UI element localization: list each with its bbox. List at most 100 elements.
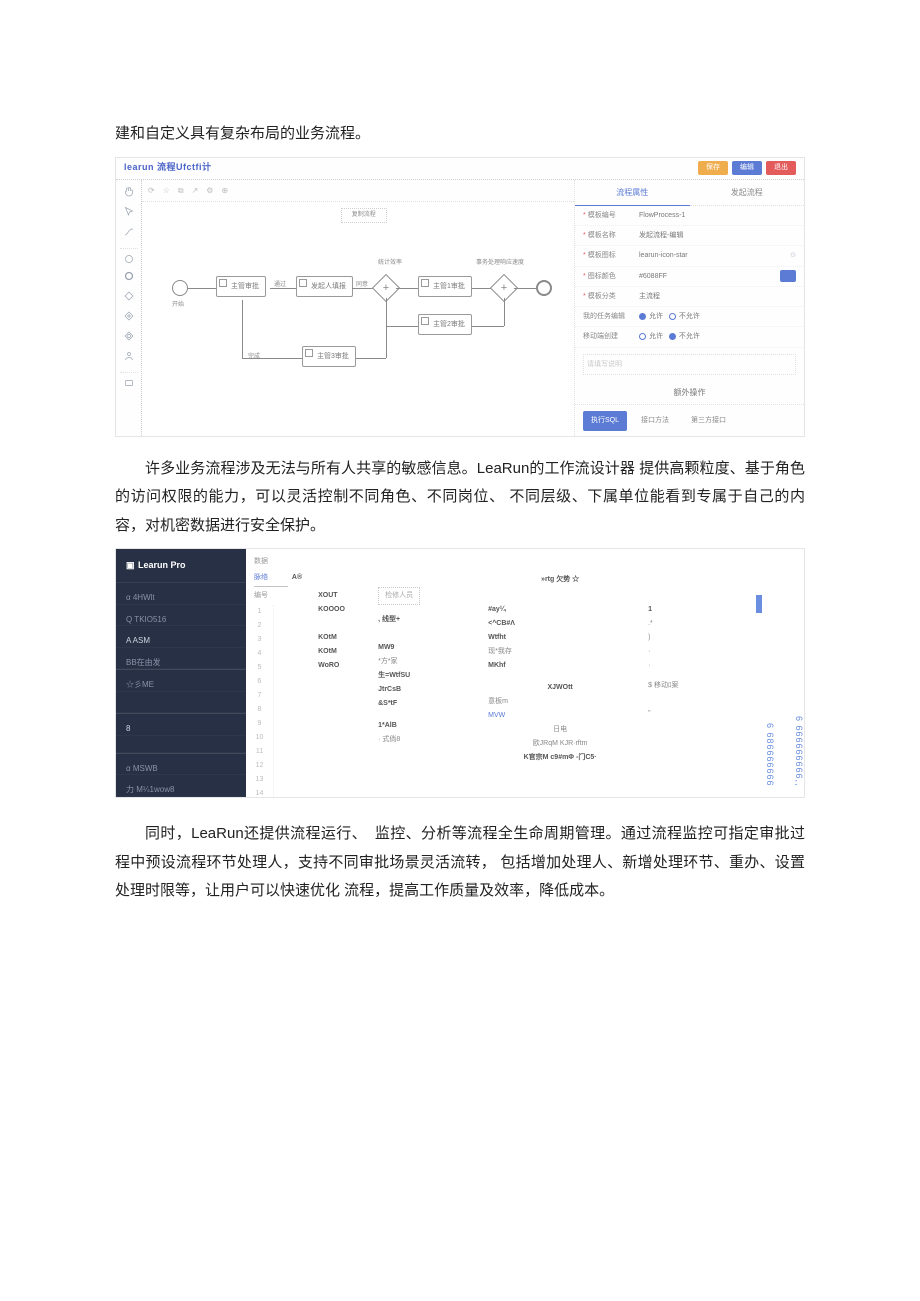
prop-icon-input[interactable]: learun-icon-star bbox=[639, 249, 790, 262]
cell: · 式倘8 bbox=[378, 733, 472, 747]
cell: 日电 bbox=[488, 723, 632, 737]
sidebar-item[interactable]: A ASM bbox=[116, 626, 246, 648]
task-node-5[interactable]: 主管3审批 bbox=[302, 346, 356, 367]
workflow-editor-figure: learun 流程Ufctfi计 保存 编辑 退出 bbox=[115, 157, 805, 437]
sidebar-item[interactable]: α MSWB bbox=[116, 753, 246, 776]
prop-memo-textarea[interactable]: 请填写说明 bbox=[583, 354, 796, 375]
sidebar-item[interactable]: 8 bbox=[116, 713, 246, 736]
subprocess-icon[interactable] bbox=[120, 372, 138, 388]
tool-star-icon[interactable]: ☆ bbox=[163, 183, 170, 198]
editor-edit-button[interactable]: 编辑 bbox=[732, 161, 762, 175]
hand-icon[interactable] bbox=[120, 184, 138, 200]
row-num: 2 bbox=[246, 619, 273, 633]
row-num: 13 bbox=[246, 773, 273, 787]
edge bbox=[396, 288, 418, 289]
tool-export-icon[interactable]: ↗ bbox=[192, 183, 199, 198]
row-num: 8 bbox=[246, 703, 273, 717]
prop-code-input[interactable]: FlowProcess-1 bbox=[639, 209, 796, 222]
gw-label-2: 事务处理响应速度 bbox=[476, 258, 524, 269]
row-num: 12 bbox=[246, 759, 273, 773]
prop-cat-select[interactable]: 主流程 bbox=[639, 290, 796, 303]
start-label: 开始 bbox=[172, 300, 184, 311]
cursor-icon[interactable] bbox=[120, 204, 138, 220]
prop-name-input[interactable]: 发起流程-编辑 bbox=[639, 229, 796, 242]
cell: 生=WtfSU bbox=[378, 669, 472, 683]
perm-brand: ▣ Learun Pro bbox=[116, 549, 246, 583]
connector-icon[interactable] bbox=[120, 224, 138, 240]
cell: &S*tF bbox=[378, 697, 472, 711]
tool-add-icon[interactable]: ⊕ bbox=[221, 183, 228, 198]
gateway-icon[interactable] bbox=[120, 288, 138, 304]
row-num: 1 bbox=[246, 605, 273, 619]
cell: $ 移动ﾛ案 bbox=[648, 679, 702, 693]
sidebar-item[interactable]: ☆彡ME bbox=[116, 669, 246, 692]
start-node[interactable] bbox=[172, 280, 188, 296]
sidebar-item[interactable]: α 4HWlt bbox=[116, 583, 246, 605]
task-node-4[interactable]: 主管2审批 bbox=[418, 314, 472, 335]
prop-sync-radio[interactable]: 允许 不允许 bbox=[639, 310, 796, 323]
color-swatch[interactable] bbox=[780, 270, 796, 282]
row-num: 11 bbox=[246, 745, 273, 759]
sidebar-item[interactable]: BB在由发 bbox=[116, 648, 246, 670]
inclusive-gateway-icon[interactable] bbox=[120, 328, 138, 344]
parallel-gateway-icon[interactable] bbox=[120, 308, 138, 324]
edge bbox=[472, 326, 504, 327]
cell: · bbox=[648, 659, 702, 673]
cell: .* bbox=[648, 617, 702, 631]
op-run-sql-button[interactable]: 执行SQL bbox=[583, 411, 627, 430]
start-event-icon[interactable] bbox=[120, 248, 138, 264]
cell: · bbox=[648, 645, 702, 659]
edge bbox=[270, 288, 296, 289]
prop-mobile-radio[interactable]: 允许 不允许 bbox=[639, 330, 796, 343]
edge bbox=[242, 358, 302, 359]
user-icon[interactable] bbox=[120, 348, 138, 364]
editor-exit-button[interactable]: 退出 bbox=[766, 161, 796, 175]
editor-save-button[interactable]: 保存 bbox=[698, 161, 728, 175]
tab-flow-attrs[interactable]: 流程属性 bbox=[575, 180, 690, 206]
task-node-1[interactable]: 主管审批 bbox=[216, 276, 266, 297]
cell: Wtfht bbox=[488, 631, 632, 645]
cell: JtrCsB bbox=[378, 683, 472, 697]
edge bbox=[386, 326, 418, 327]
vertical-numbers: 6 686666666 6 666666666,, bbox=[764, 589, 804, 787]
row-num: 14 bbox=[246, 787, 273, 798]
task-node-2[interactable]: 发起人填报 bbox=[296, 276, 353, 297]
col3-header: »rtg 欠势 ☆ bbox=[488, 573, 632, 587]
cell: XJWOtt bbox=[488, 681, 632, 695]
perm-link[interactable]: 脉络 bbox=[254, 571, 288, 586]
edge-label: 通过 bbox=[274, 280, 286, 291]
shape-palette bbox=[116, 180, 142, 436]
tab-start-flow[interactable]: 发起流程 bbox=[690, 180, 805, 206]
cell: KOOOO bbox=[318, 603, 362, 617]
prop-color-input[interactable]: #6088FF bbox=[639, 270, 776, 283]
tool-settings-icon[interactable]: ⚙ bbox=[206, 183, 213, 198]
op-3rd-button[interactable]: 第三方接口 bbox=[683, 411, 734, 430]
paragraph-1: 建和自定义具有复杂布局的业务流程。 bbox=[115, 120, 805, 149]
edge bbox=[514, 288, 536, 289]
row-num: 7 bbox=[246, 689, 273, 703]
cell: KOtM bbox=[318, 645, 362, 659]
sidebar-item[interactable] bbox=[116, 736, 246, 753]
canvas-top-label: 复制流程 bbox=[341, 208, 387, 223]
cell: MKhf bbox=[488, 659, 632, 673]
tool-copy-icon[interactable]: ⧉ bbox=[178, 183, 184, 198]
chip[interactable]: 检修人员 bbox=[378, 587, 420, 604]
cell-link[interactable]: MVW bbox=[488, 709, 632, 723]
task-node-3[interactable]: 主管1审批 bbox=[418, 276, 472, 297]
edge bbox=[188, 288, 216, 289]
cell: K官宗M c9#mΦ -门C5· bbox=[488, 751, 632, 765]
edge-label: 同意 bbox=[356, 280, 368, 291]
cell: *方*家 bbox=[378, 655, 472, 669]
sidebar-item[interactable] bbox=[116, 692, 246, 713]
sidebar-item[interactable]: 力 M¼1wow8 bbox=[116, 775, 246, 797]
cell: WoRO bbox=[318, 659, 362, 673]
cell: MW9 bbox=[378, 641, 472, 655]
sidebar-item[interactable]: Q TKIO516 bbox=[116, 605, 246, 627]
flow-canvas[interactable]: 复制流程 开始 主管审批 通过 发起人填报 同意 bbox=[142, 202, 574, 436]
end-node[interactable] bbox=[536, 280, 552, 296]
op-api-button[interactable]: 接口方法 bbox=[633, 411, 677, 430]
end-event-icon[interactable] bbox=[120, 268, 138, 284]
gw-label-1: 统计效率 bbox=[378, 258, 402, 269]
cell: ) bbox=[648, 631, 702, 645]
tool-undo-icon[interactable]: ⟳ bbox=[148, 183, 155, 198]
